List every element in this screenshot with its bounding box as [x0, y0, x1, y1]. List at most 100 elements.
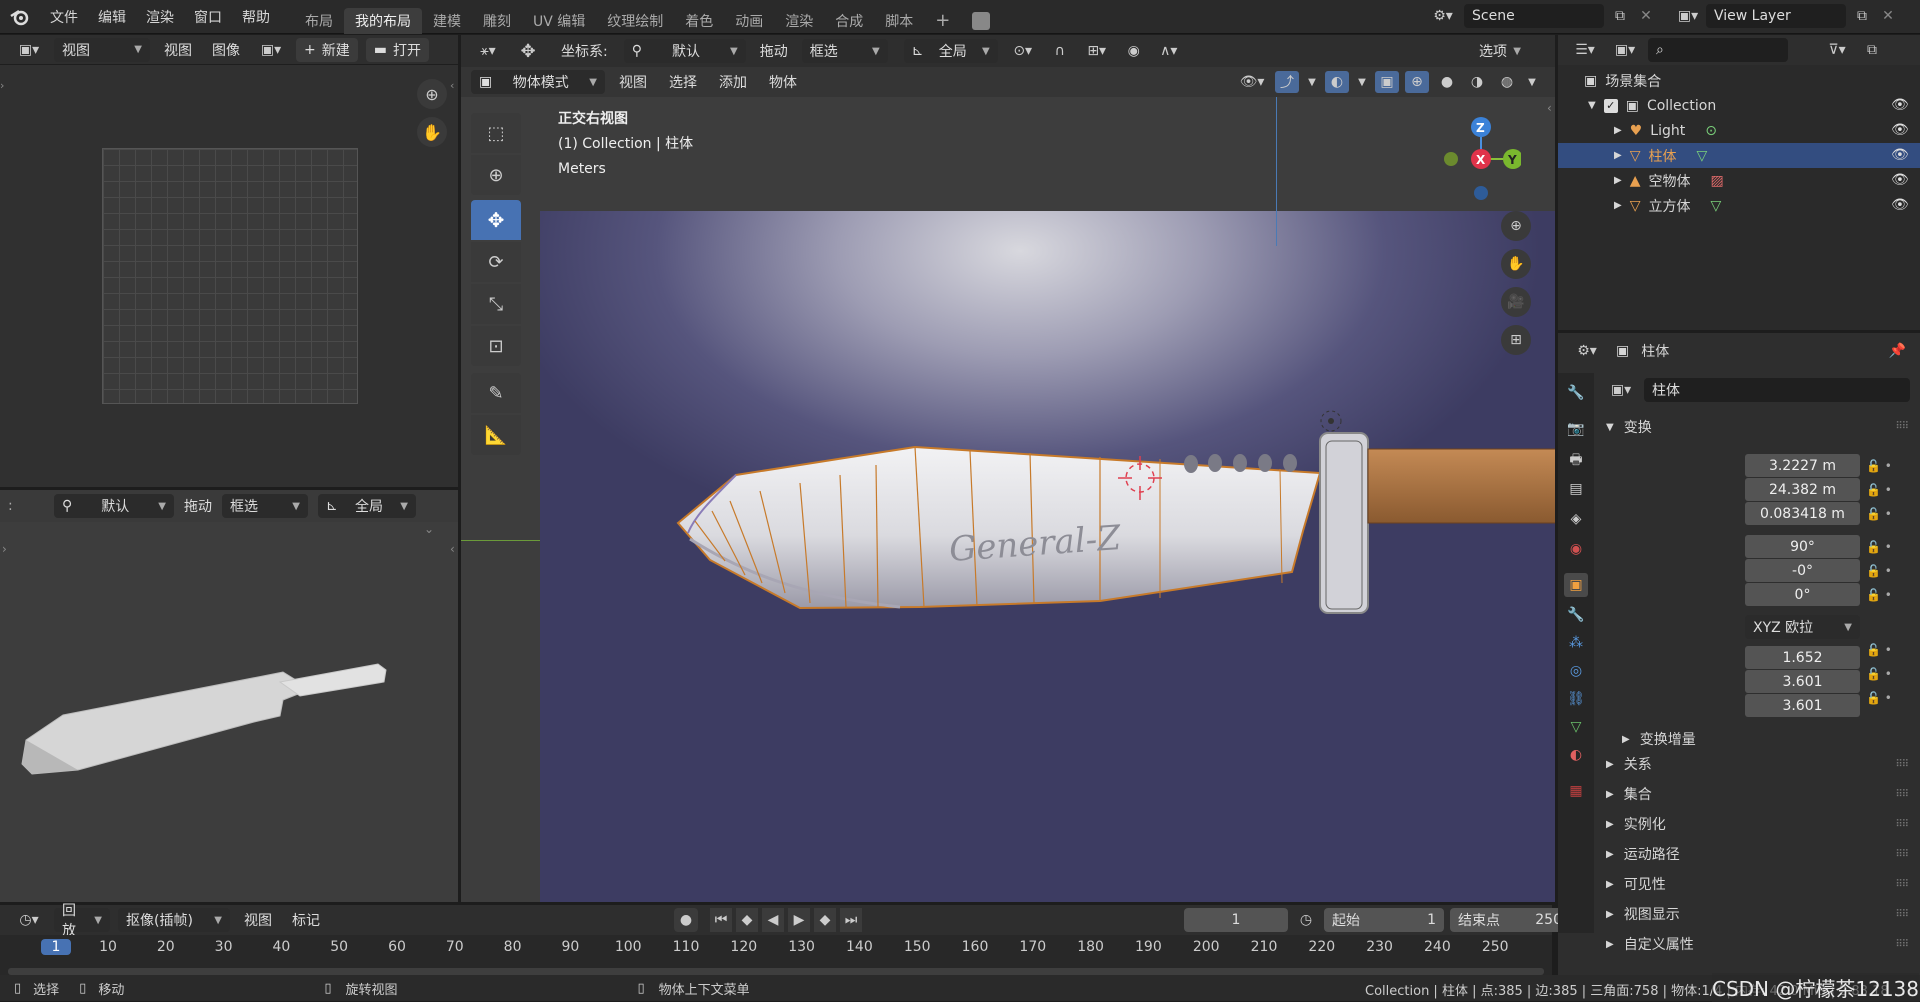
menu-edit[interactable]: 编辑: [88, 0, 136, 34]
gizmo-z-label[interactable]: Z: [1476, 121, 1485, 135]
tab-my-layout[interactable]: 我的布局: [344, 7, 422, 34]
particles-tab-icon[interactable]: ⁂: [1564, 631, 1588, 655]
tab-modeling[interactable]: 建模: [422, 8, 472, 34]
falloff-icon[interactable]: ∧▾: [1154, 43, 1184, 59]
scale-y-field[interactable]: 3.601: [1745, 670, 1860, 693]
collapse-right-icon[interactable]: ‹: [1547, 101, 1552, 115]
scene-icon[interactable]: ⚙▾: [1426, 8, 1460, 24]
open-image-button[interactable]: ▬ 打开: [365, 37, 429, 62]
pivot-point-icon[interactable]: ⊙▾: [1006, 43, 1040, 59]
lock-icon[interactable]: 🔓 •: [1866, 638, 1892, 662]
expand-left-icon[interactable]: ›: [2, 542, 7, 556]
location-y-field[interactable]: 24.382 m: [1745, 478, 1860, 501]
lock-icon[interactable]: 🔓 •: [1866, 686, 1892, 710]
next-keyframe-icon[interactable]: ◆: [814, 908, 836, 932]
select-mode-dropdown[interactable]: 框选 ▼: [222, 494, 308, 518]
playback-dropdown[interactable]: 回放 ▼: [54, 903, 110, 939]
start-frame-field[interactable]: 起始 1: [1324, 908, 1444, 932]
tab-scripting[interactable]: 脚本: [874, 8, 924, 34]
scene-name-field[interactable]: Scene: [1464, 4, 1604, 28]
stopwatch-icon[interactable]: ◷: [1294, 912, 1318, 928]
knife-wireframe-view[interactable]: General-Z: [540, 211, 1555, 902]
lock-icon[interactable]: 🔓 •: [1866, 662, 1892, 686]
expand-icon[interactable]: ▶: [1614, 200, 1622, 211]
new-collection-icon[interactable]: ⧉: [1860, 42, 1884, 58]
display-mode-icon[interactable]: ▣▾: [1608, 42, 1642, 58]
blender-logo-icon[interactable]: [0, 0, 40, 34]
tab-compositing[interactable]: 合成: [824, 8, 874, 34]
outliner-item-empty[interactable]: ▶ ▲ 空物体 ▨: [1558, 168, 1920, 193]
chevron-down-icon[interactable]: ▼: [1355, 77, 1369, 88]
expand-icon[interactable]: ▼: [1588, 100, 1596, 111]
texture-tab-icon[interactable]: ▦: [1564, 779, 1588, 803]
eye-icon[interactable]: 👁: [1891, 168, 1909, 193]
menu-object[interactable]: 物体: [761, 72, 805, 92]
scale-tool-icon[interactable]: ⤡: [471, 284, 521, 324]
tab-rendering[interactable]: 渲染: [774, 8, 824, 34]
rendered-shading-icon[interactable]: ◍: [1495, 71, 1519, 93]
measure-tool-icon[interactable]: 📐: [471, 415, 521, 455]
pin-icon[interactable]: 📌: [1889, 343, 1906, 359]
scale-z-field[interactable]: 3.601: [1745, 694, 1860, 717]
select-box-icon[interactable]: ⬚: [471, 113, 521, 153]
properties-editor-icon[interactable]: ⚙▾: [1570, 343, 1604, 359]
mode-dropdown[interactable]: ▣ 物体模式 ▼: [471, 70, 605, 94]
outliner-item-cube[interactable]: ▶ ▽ 立方体 ▽: [1558, 193, 1920, 218]
modifier-tab-icon[interactable]: 🔧: [1564, 603, 1588, 627]
material-tab-icon[interactable]: ◐: [1564, 743, 1588, 767]
navigation-gizmo[interactable]: Z X Y: [1441, 107, 1521, 207]
collection-row[interactable]: ▼ ✓ ▣ Collection: [1558, 93, 1920, 118]
checkbox-icon[interactable]: ✓: [1603, 98, 1618, 113]
constraints-tab-icon[interactable]: ⛓: [1564, 687, 1588, 711]
rotation-mode-dropdown[interactable]: XYZ 欧拉 ▼: [1745, 615, 1860, 639]
proportional-edit-icon[interactable]: ◉: [1122, 43, 1146, 59]
transform-section-header[interactable]: ▼ 变换: [1606, 417, 1652, 437]
outliner-item-cylinder[interactable]: ▶ ▽ 柱体 ▽: [1558, 143, 1920, 168]
drag-handle-icon[interactable]: ⠿⠿: [1895, 421, 1909, 432]
object-name-field[interactable]: 柱体: [1644, 378, 1910, 402]
menu-view[interactable]: 视图: [611, 72, 655, 92]
drag-handle-icon[interactable]: ⠿⠿: [1895, 939, 1909, 950]
record-icon[interactable]: ●: [674, 908, 698, 932]
rotation-z-field[interactable]: 0°: [1745, 583, 1860, 606]
menu-select[interactable]: 选择: [661, 72, 705, 92]
eye-icon[interactable]: 👁: [1891, 143, 1909, 168]
hand-icon[interactable]: ✋: [417, 117, 447, 147]
lock-icon[interactable]: 🔓 •: [1866, 478, 1892, 502]
collapse-right-icon[interactable]: ‹: [450, 79, 454, 92]
tab-shading[interactable]: 着色: [674, 8, 724, 34]
section-relations[interactable]: ▶ 关系: [1606, 754, 1652, 774]
collapse-right-icon[interactable]: ‹: [450, 542, 455, 556]
options-dropdown[interactable]: 选项 ▼: [1471, 39, 1529, 63]
tab-texture-paint[interactable]: 纹理绘制: [596, 8, 674, 34]
scripting-workspace-icon[interactable]: [961, 8, 1001, 34]
image-browse-icon[interactable]: ▣▾: [254, 42, 288, 58]
lock-icon[interactable]: 🔓 •: [1866, 535, 1892, 559]
transform-tool-icon[interactable]: ⊡: [471, 326, 521, 366]
hand-icon[interactable]: ✋: [1501, 249, 1531, 279]
section-instancing[interactable]: ▶ 实例化: [1606, 814, 1666, 834]
render-tab-icon[interactable]: 📷: [1564, 417, 1588, 441]
drag-handle-icon[interactable]: ⠿⠿: [1895, 879, 1909, 890]
view-mode-dropdown[interactable]: 视图 ▼: [54, 37, 150, 62]
grid-icon[interactable]: ⊞: [1501, 325, 1531, 355]
outliner-editor-icon[interactable]: ☰▾: [1568, 42, 1602, 58]
rotation-y-field[interactable]: -0°: [1745, 559, 1860, 582]
filter-icon[interactable]: ⊽▾: [1820, 42, 1854, 58]
data-tab-icon[interactable]: ▽: [1564, 715, 1588, 739]
timeline-current-frame-marker[interactable]: 1: [41, 939, 71, 955]
location-z-field[interactable]: 0.083418 m: [1745, 502, 1860, 525]
zoom-icon[interactable]: ⊕: [417, 79, 447, 109]
close-icon[interactable]: ✕: [1636, 8, 1656, 24]
play-reverse-icon[interactable]: ◀: [762, 908, 784, 932]
view-layer-tab-icon[interactable]: ▤: [1564, 477, 1588, 501]
tool-icon[interactable]: ⚹▾: [471, 43, 505, 59]
object-type-icon[interactable]: ▣▾: [1604, 382, 1638, 398]
snap-icon[interactable]: ∩: [1048, 43, 1072, 59]
lock-icon[interactable]: 🔓 •: [1866, 583, 1892, 607]
keying-dropdown[interactable]: 抠像(插帧) ▼: [118, 908, 230, 932]
end-frame-field[interactable]: 结束点 250: [1450, 908, 1570, 932]
lock-icon[interactable]: 🔓 •: [1866, 559, 1892, 583]
physics-tab-icon[interactable]: ◎: [1564, 659, 1588, 683]
section-collections[interactable]: ▶ 集合: [1606, 784, 1652, 804]
